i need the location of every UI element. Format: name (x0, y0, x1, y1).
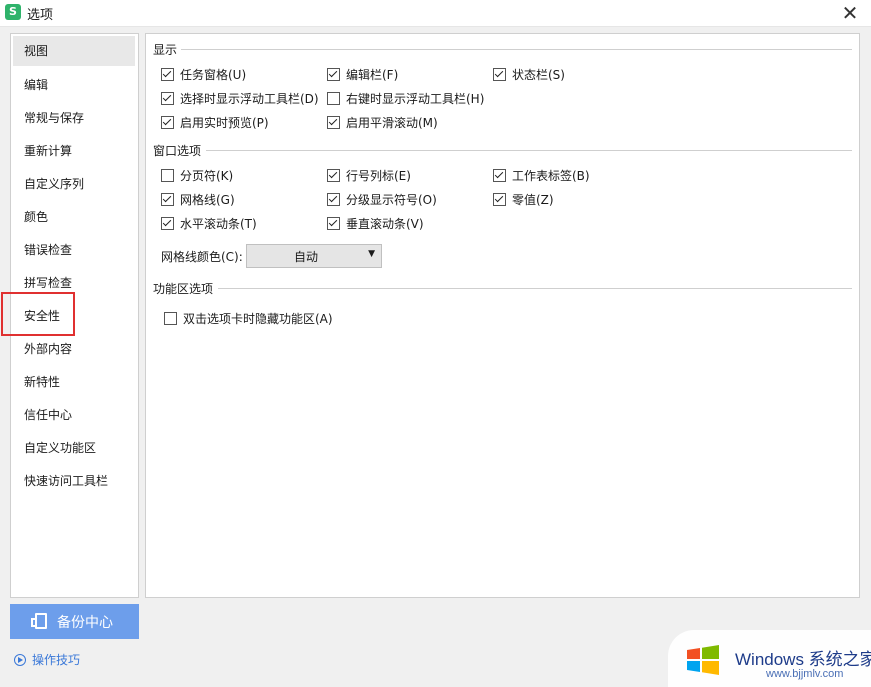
section-title-window-options: 窗口选项 (153, 142, 206, 159)
nav-item-security[interactable]: 安全性 (11, 301, 138, 331)
nav-item-colors[interactable]: 颜色 (11, 202, 138, 232)
checkbox-label: 垂直滚动条(V) (346, 217, 424, 231)
close-button[interactable]: ✕ (839, 2, 861, 24)
checkbox-smooth-scrolling[interactable]: 启用平滑滚动(M) (327, 114, 438, 132)
checkbox-label: 工作表标签(B) (512, 169, 590, 183)
checkbox-live-preview[interactable]: 启用实时预览(P) (161, 114, 269, 132)
checkbox-box (161, 68, 174, 81)
checkbox-label: 双击选项卡时隐藏功能区(A) (183, 312, 333, 326)
gridline-color-select[interactable]: 自动 ▼ (246, 244, 382, 268)
checkbox-status-bar[interactable]: 状态栏(S) (493, 66, 565, 84)
checkbox-hide-ribbon-on-double-click[interactable]: 双击选项卡时隐藏功能区(A) (164, 310, 333, 328)
nav-item-new-features[interactable]: 新特性 (11, 367, 138, 397)
options-nav: 视图 编辑 常规与保存 重新计算 自定义序列 颜色 错误检查 拼写检查 安全性 … (10, 33, 139, 598)
checkbox-box (327, 193, 340, 206)
checkbox-box (161, 193, 174, 206)
section-divider (206, 150, 852, 151)
checkbox-label: 零值(Z) (512, 193, 554, 207)
checkbox-label: 水平滚动条(T) (180, 217, 257, 231)
checkbox-floating-toolbar-on-select[interactable]: 选择时显示浮动工具栏(D) (161, 90, 319, 108)
checkbox-formula-bar[interactable]: 编辑栏(F) (327, 66, 398, 84)
checkbox-box (327, 116, 340, 129)
backup-center-button[interactable]: 备份中心 (10, 604, 139, 639)
nav-item-trust-center[interactable]: 信任中心 (11, 400, 138, 430)
checkbox-outline-symbols[interactable]: 分级显示符号(O) (327, 191, 437, 209)
watermark-url: www.bjjmlv.com (766, 668, 844, 680)
nav-item-quick-access-toolbar[interactable]: 快速访问工具栏 (11, 466, 138, 496)
view-options-panel: 显示 任务窗格(U) 编辑栏(F) 状态栏(S) 选择时显示浮动工具栏(D) 右… (145, 33, 860, 598)
checkbox-box (493, 169, 506, 182)
checkbox-floating-toolbar-on-right-click[interactable]: 右键时显示浮动工具栏(H) (327, 90, 484, 108)
checkbox-box (161, 116, 174, 129)
checkbox-box (164, 312, 177, 325)
checkbox-sheet-tabs[interactable]: 工作表标签(B) (493, 167, 590, 185)
title-bar: S 选项 ✕ (0, 0, 871, 27)
checkbox-label: 网格线(G) (180, 193, 235, 207)
checkbox-horizontal-scrollbar[interactable]: 水平滚动条(T) (161, 215, 257, 233)
watermark: Windows 系统之家 www.bjjmlv.com (668, 630, 871, 687)
checkbox-gridlines[interactable]: 网格线(G) (161, 191, 235, 209)
checkbox-label: 状态栏(S) (512, 68, 565, 82)
section-divider (181, 49, 852, 50)
section-title-display: 显示 (153, 41, 182, 58)
nav-item-custom-lists[interactable]: 自定义序列 (11, 169, 138, 199)
checkbox-label: 行号列标(E) (346, 169, 411, 183)
nav-item-view[interactable]: 视图 (13, 36, 135, 66)
window-title: 选项 (27, 8, 54, 23)
checkbox-label: 选择时显示浮动工具栏(D) (180, 92, 319, 106)
gridline-color-label: 网格线颜色(C): (161, 250, 243, 264)
checkbox-box (327, 92, 340, 105)
checkbox-zero-values[interactable]: 零值(Z) (493, 191, 554, 209)
watermark-title: Windows 系统之家 (735, 650, 871, 669)
checkbox-row-column-headers[interactable]: 行号列标(E) (327, 167, 411, 185)
checkbox-label: 任务窗格(U) (180, 68, 247, 82)
play-circle-icon (14, 654, 26, 666)
tips-link[interactable]: 操作技巧 (14, 652, 80, 668)
gridline-color-value: 自动 (293, 250, 318, 264)
checkbox-box (493, 193, 506, 206)
checkbox-label: 启用实时预览(P) (180, 116, 269, 130)
nav-item-general-save[interactable]: 常规与保存 (11, 103, 138, 133)
checkbox-label: 启用平滑滚动(M) (346, 116, 438, 130)
checkbox-label: 右键时显示浮动工具栏(H) (346, 92, 485, 106)
nav-item-edit[interactable]: 编辑 (11, 70, 138, 100)
nav-item-error-check[interactable]: 错误检查 (11, 235, 138, 265)
checkbox-page-breaks[interactable]: 分页符(K) (161, 167, 233, 185)
checkbox-box (161, 217, 174, 230)
checkbox-box (327, 169, 340, 182)
checkbox-vertical-scrollbar[interactable]: 垂直滚动条(V) (327, 215, 424, 233)
checkbox-box (161, 92, 174, 105)
checkbox-task-pane[interactable]: 任务窗格(U) (161, 66, 246, 84)
checkbox-box (327, 217, 340, 230)
nav-item-customize-ribbon[interactable]: 自定义功能区 (11, 433, 138, 463)
checkbox-box (493, 68, 506, 81)
tips-label: 操作技巧 (32, 653, 81, 667)
windows-logo-icon (687, 645, 719, 675)
backup-icon (31, 613, 47, 629)
nav-item-spell-check[interactable]: 拼写检查 (11, 268, 138, 298)
wps-app-icon: S (5, 4, 21, 20)
section-divider (218, 288, 852, 289)
backup-center-label: 备份中心 (57, 615, 113, 631)
checkbox-label: 分页符(K) (180, 169, 234, 183)
nav-item-external-content[interactable]: 外部内容 (11, 334, 138, 364)
dropdown-arrow-icon: ▼ (368, 249, 375, 259)
checkbox-box (161, 169, 174, 182)
checkbox-label: 编辑栏(F) (346, 68, 399, 82)
checkbox-label: 分级显示符号(O) (346, 193, 437, 207)
section-title-ribbon: 功能区选项 (153, 280, 218, 297)
nav-item-recalculate[interactable]: 重新计算 (11, 136, 138, 166)
checkbox-box (327, 68, 340, 81)
